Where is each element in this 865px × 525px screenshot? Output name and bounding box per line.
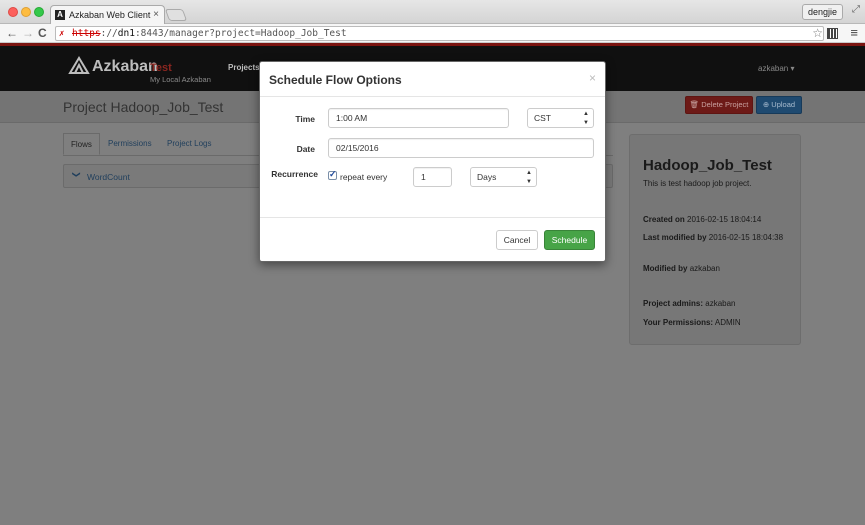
tab-project-logs[interactable]: Project Logs — [160, 133, 218, 155]
select-arrows-icon: ▲ ▼ — [583, 111, 589, 126]
insecure-lock-icon: ✗ — [59, 29, 65, 39]
browser-user-button[interactable]: dengjie — [801, 4, 843, 20]
flow-name-link[interactable]: WordCount — [87, 172, 130, 182]
tab-flows[interactable]: Flows — [63, 133, 100, 155]
recurrence-label: Recurrence — [271, 169, 318, 179]
schedule-flow-modal: Schedule Flow Options × Time CST ▲▼ Date… — [259, 61, 606, 262]
tab-permissions[interactable]: Permissions — [101, 133, 159, 155]
window-minimize-button[interactable] — [21, 7, 31, 17]
date-input[interactable] — [328, 138, 594, 158]
nav-projects-link[interactable]: Projects — [228, 63, 260, 72]
reload-icon[interactable]: C — [38, 26, 47, 40]
project-description: This is test hadoop job project. — [643, 179, 752, 188]
project-admins-line: Project admins: azkaban — [643, 298, 793, 309]
address-bar-input[interactable]: ✗ https://dn1:8443/manager?project=Hadoo… — [55, 26, 824, 41]
browser-menu-icon[interactable]: ≡ — [850, 25, 858, 40]
qr-code-icon[interactable] — [827, 28, 838, 39]
created-on-label: Created on — [643, 215, 685, 224]
browser-tab-title: Azkaban Web Client — [69, 10, 151, 20]
modal-title: Schedule Flow Options — [269, 73, 402, 87]
modified-by-value: azkaban — [689, 264, 720, 273]
bookmark-star-icon[interactable]: ☆ — [812, 26, 823, 40]
modal-header: Schedule Flow Options × — [260, 62, 605, 97]
back-icon[interactable]: ← — [6, 26, 18, 40]
close-icon[interactable]: × — [589, 71, 596, 85]
last-modified-value: 2016-02-15 18:04:38 — [708, 233, 784, 242]
browser-tabbar: A Azkaban Web Client × dengjie ⤢ — [0, 0, 865, 24]
project-name: Hadoop_Job_Test — [643, 157, 772, 174]
forward-icon[interactable]: → — [22, 26, 34, 40]
window-close-button[interactable] — [8, 7, 18, 17]
fullscreen-icon[interactable]: ⤢ — [852, 4, 860, 15]
cancel-button[interactable]: Cancel — [496, 230, 538, 250]
schedule-button[interactable]: Schedule — [544, 230, 595, 250]
repeat-checkbox[interactable]: ✓ — [328, 169, 337, 180]
delete-project-button[interactable]: 🗑 Delete Project — [685, 96, 753, 114]
created-on-line: Created on 2016-02-15 18:04:14 — [643, 214, 793, 225]
brand-subtitle: My Local Azkaban — [150, 75, 211, 84]
permissions-value: ADMIN — [714, 318, 741, 327]
browser-toolbar: ← → C ✗ https://dn1:8443/manager?project… — [0, 24, 865, 43]
modal-footer: Cancel Schedule — [260, 217, 605, 263]
created-on-value: 2016-02-15 18:04:14 — [687, 215, 762, 224]
upload-button[interactable]: ⊕ Upload — [756, 96, 802, 114]
repeat-unit-select[interactable]: Days ▲ ▼ — [470, 167, 537, 187]
tab-close-icon[interactable]: × — [153, 9, 159, 20]
brand-environment: Test — [150, 62, 172, 74]
permissions-line: Your Permissions: ADMIN — [643, 317, 793, 328]
url-host: dn1 — [117, 28, 135, 39]
date-label: Date — [296, 144, 315, 154]
brand-name[interactable]: Azkaban — [92, 58, 158, 76]
select-arrows-icon: ▲ ▼ — [526, 170, 532, 185]
repeat-interval-input[interactable] — [413, 167, 452, 187]
user-menu[interactable]: azkaban ▾ — [758, 64, 794, 73]
azkaban-logo-icon — [68, 56, 90, 74]
project-admins-value: azkaban — [705, 299, 736, 308]
last-modified-label: Last modified by — [643, 233, 707, 242]
azkaban-favicon-icon: A — [55, 10, 65, 20]
page-title: Project Hadoop_Job_Test — [63, 99, 224, 115]
repeat-unit-value: Days — [477, 172, 497, 182]
checkmark-icon: ✓ — [329, 169, 337, 179]
permissions-label: Your Permissions: — [643, 318, 714, 327]
window-zoom-button[interactable] — [34, 7, 44, 17]
chevron-down-icon[interactable]: ❯ — [72, 171, 81, 178]
project-info-panel: Hadoop_Job_Test This is test hadoop job … — [629, 134, 801, 345]
browser-tab[interactable]: A Azkaban Web Client × — [50, 5, 165, 24]
time-input[interactable] — [328, 108, 509, 128]
modified-by-line: Modified by azkaban — [643, 263, 793, 274]
timezone-value: CST — [534, 113, 551, 123]
url-path: :8443/manager?project=Hadoop_Job_Test — [134, 28, 347, 39]
url-separator: :// — [100, 28, 118, 39]
timezone-select[interactable]: CST ▲ ▼ — [527, 108, 594, 128]
project-admins-label: Project admins: — [643, 299, 704, 308]
last-modified-line: Last modified by 2016-02-15 18:04:38 — [643, 232, 793, 243]
modified-by-label: Modified by — [643, 264, 688, 273]
url-scheme: https — [72, 28, 101, 39]
time-label: Time — [295, 114, 315, 124]
new-tab-button[interactable] — [164, 9, 188, 21]
repeat-label[interactable]: repeat every — [340, 172, 387, 182]
